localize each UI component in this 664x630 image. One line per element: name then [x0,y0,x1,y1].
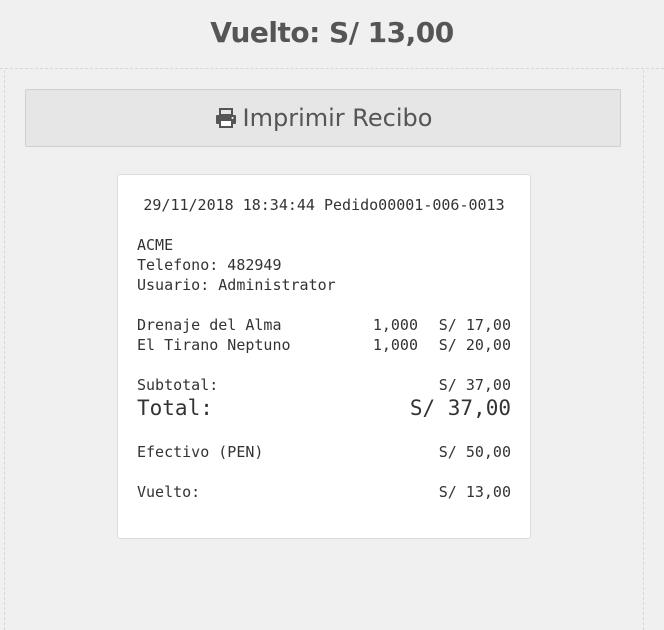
print-icon [214,106,238,130]
receipt-change-value: S/ 13,00 [438,483,511,501]
receipt-change-label: Vuelto: [137,483,201,501]
receipt-business-name: ACME [137,236,174,254]
receipt-item-price: S/ 20,00 [438,336,511,354]
receipt-item-qty: 1,000 [372,316,418,334]
receipt: 29/11/2018 18:34:44 Pedido00001-006-0013… [117,174,531,539]
receipt-payment-label: Efectivo (PEN) [137,443,264,461]
receipt-subtotal-value: S/ 37,00 [438,376,511,394]
receipt-item-name: El Tirano Neptuno [137,336,291,354]
change-title: Vuelto: S/ 13,00 [210,16,454,49]
print-receipt-button[interactable]: Imprimir Recibo [25,89,621,147]
receipt-payment-value: S/ 50,00 [438,443,511,461]
receipt-item-qty: 1,000 [372,336,418,354]
print-receipt-label: Imprimir Recibo [242,104,433,132]
receipt-item-price: S/ 17,00 [438,316,511,334]
receipt-item-name: Drenaje del Alma [137,316,282,334]
receipt-total-value: S/ 37,00 [409,396,511,420]
receipt-user: Usuario: Administrator [137,276,336,294]
receipt-subtotal-label: Subtotal: [137,376,219,394]
receipt-header-line: 29/11/2018 18:34:44 Pedido00001-006-0013 [143,196,505,214]
receipt-total-label: Total: [137,396,213,420]
header: Vuelto: S/ 13,00 [0,0,664,69]
receipt-phone: Telefono: 482949 [137,256,282,274]
